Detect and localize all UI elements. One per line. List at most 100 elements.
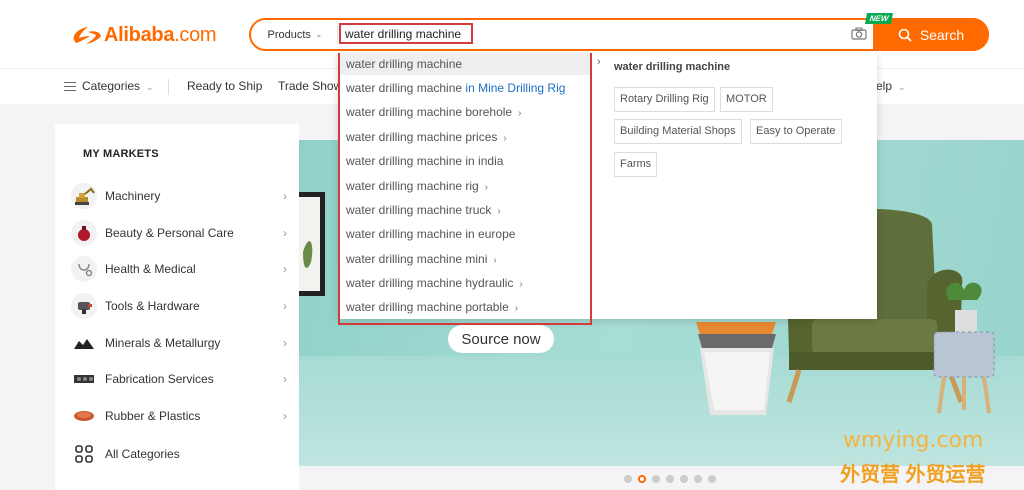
market-label: Fabrication Services xyxy=(105,372,214,386)
suggestion-item[interactable]: water drilling machine borehole › xyxy=(346,101,586,123)
chevron-right-icon: › xyxy=(283,336,287,350)
market-label: Beauty & Personal Care xyxy=(105,226,234,240)
my-markets-panel: MY MARKETS Machinery › Beauty & Personal… xyxy=(55,124,299,490)
market-label: Rubber & Plastics xyxy=(105,409,201,423)
market-item-beauty[interactable]: Beauty & Personal Care › xyxy=(71,218,291,248)
chevron-down-icon: ⌄ xyxy=(898,82,906,92)
market-label: Health & Medical xyxy=(105,262,196,276)
nav-divider xyxy=(168,79,169,95)
source-now-button[interactable]: Source now xyxy=(448,325,554,353)
market-item-rubber[interactable]: Rubber & Plastics › xyxy=(71,401,291,431)
suggestion-text: water drilling machine xyxy=(346,57,463,71)
suggestion-text: water drilling machine in europe xyxy=(346,227,516,241)
related-tag[interactable]: MOTOR xyxy=(720,87,773,112)
carousel-dot[interactable] xyxy=(652,475,660,483)
market-item-machinery[interactable]: Machinery › xyxy=(71,181,291,211)
new-badge: NEW xyxy=(865,13,893,24)
stool-plant-image xyxy=(933,282,995,414)
picture-frame-image xyxy=(299,192,325,296)
nav-categories-label: Categories xyxy=(82,79,141,93)
search-divider xyxy=(337,26,338,43)
chevron-right-icon: › xyxy=(597,56,601,68)
carousel-dot[interactable] xyxy=(624,475,632,483)
suggestion-text: water drilling machine xyxy=(346,81,463,95)
market-item-fabrication[interactable]: Fabrication Services › xyxy=(71,364,291,394)
menu-icon xyxy=(64,82,76,92)
chevron-down-icon: ⌄ xyxy=(314,29,323,39)
market-item-tools[interactable]: Tools & Hardware › xyxy=(71,291,291,321)
suggestion-item[interactable]: water drilling machine portable › xyxy=(346,296,586,318)
suggestion-item[interactable]: water drilling machine in india xyxy=(346,150,586,172)
search-category-label: Products xyxy=(267,28,311,41)
suggestion-item[interactable]: water drilling machine in Mine Drilling … xyxy=(346,77,586,99)
market-item-all-categories[interactable]: All Categories xyxy=(71,439,291,469)
related-tag[interactable]: Building Material Shops xyxy=(614,119,742,144)
suggestion-text: water drilling machine mini xyxy=(346,252,488,266)
chevron-right-icon: › xyxy=(283,372,287,386)
chevron-down-icon: ⌄ xyxy=(146,82,154,92)
camera-icon[interactable] xyxy=(851,27,867,40)
chevron-right-icon: › xyxy=(283,409,287,423)
nav-help-label: elp xyxy=(876,79,893,93)
suggestion-text: water drilling machine truck xyxy=(346,203,492,217)
carousel-dot[interactable] xyxy=(666,475,674,483)
suggestion-item[interactable]: water drilling machine rig › xyxy=(346,175,586,197)
suggestion-item[interactable]: water drilling machine xyxy=(340,53,590,75)
suggestion-item[interactable]: water drilling machine truck › xyxy=(346,199,586,221)
carousel-dots xyxy=(624,475,716,483)
chevron-right-icon: › xyxy=(514,303,519,314)
my-markets-title: MY MARKETS xyxy=(83,148,159,160)
logo-text: Alibaba xyxy=(104,23,175,46)
nav-ready-to-ship[interactable]: Ready to Ship xyxy=(187,69,262,104)
perfume-icon xyxy=(71,220,97,246)
market-item-minerals[interactable]: Minerals & Metallurgy › xyxy=(71,328,291,358)
planter-image xyxy=(696,322,776,415)
tools-icon xyxy=(71,293,97,319)
related-tag[interactable]: Farms xyxy=(614,152,658,177)
watermark: wmying.com 外贸营 外贸运营 xyxy=(840,428,1020,486)
suggestion-text: water drilling machine rig xyxy=(346,179,479,193)
suggestion-text: water drilling machine portable xyxy=(346,300,509,314)
carousel-dot[interactable] xyxy=(694,475,702,483)
suggestion-list: water drilling machine water drilling ma… xyxy=(338,53,592,325)
market-label: All Categories xyxy=(105,447,180,461)
market-item-health[interactable]: Health & Medical › xyxy=(71,254,291,284)
suggestion-item[interactable]: water drilling machine prices › xyxy=(346,126,586,148)
suggestion-text: water drilling machine hydraulic xyxy=(346,276,514,290)
search-button-label: Search xyxy=(919,26,965,43)
chevron-right-icon: › xyxy=(283,262,287,276)
chevron-right-icon: › xyxy=(497,206,501,217)
market-label: Tools & Hardware xyxy=(105,299,200,313)
nav-categories[interactable]: Categories ⌄ xyxy=(64,69,154,104)
suggestion-item[interactable]: water drilling machine mini › xyxy=(346,248,586,270)
chevron-right-icon: › xyxy=(283,299,287,313)
excavator-icon xyxy=(71,183,97,209)
suggestion-category: in Mine Drilling Rig xyxy=(462,81,566,95)
related-tag[interactable]: Rotary Drilling Rig xyxy=(614,87,715,112)
carousel-dot[interactable] xyxy=(680,475,688,483)
chevron-right-icon: › xyxy=(519,279,523,290)
stethoscope-icon xyxy=(71,256,97,282)
carousel-dot-active[interactable] xyxy=(638,475,646,483)
nav-help[interactable]: elp ⌄ xyxy=(876,69,906,104)
minerals-icon xyxy=(71,330,97,356)
carousel-dot[interactable] xyxy=(708,475,716,483)
suggestion-item[interactable]: water drilling machine in europe xyxy=(346,223,586,245)
nav-trade-show[interactable]: Trade Show xyxy=(278,69,342,104)
watermark-en: wmying.com xyxy=(843,428,984,453)
related-tag[interactable]: Easy to Operate xyxy=(750,119,842,144)
chevron-right-icon: › xyxy=(493,255,497,266)
logo-domain: .com xyxy=(174,23,217,46)
suggestion-item[interactable]: water drilling machine hydraulic › xyxy=(346,272,586,294)
market-label: Minerals & Metallurgy xyxy=(105,336,221,350)
search-category-select[interactable]: Products ⌄ xyxy=(255,20,335,49)
grid-icon xyxy=(71,441,97,467)
chevron-right-icon: › xyxy=(283,226,287,240)
alibaba-logo[interactable]: Alibaba.com xyxy=(70,21,217,49)
rubber-icon xyxy=(71,403,97,429)
chevron-right-icon: › xyxy=(283,189,287,203)
search-input[interactable] xyxy=(339,23,473,44)
search-suggestions-dropdown: water drilling machine water drilling ma… xyxy=(338,53,877,325)
related-title: water drilling machine xyxy=(614,61,731,73)
chevron-right-icon: › xyxy=(518,108,522,119)
